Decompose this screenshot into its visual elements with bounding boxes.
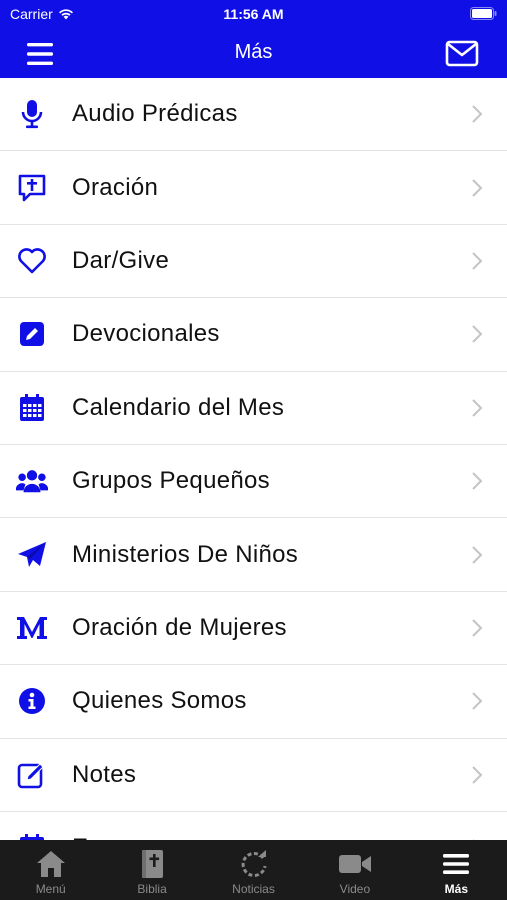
pencil-square-icon (16, 318, 48, 350)
mail-button[interactable] (445, 40, 479, 68)
tab-label: Video (339, 882, 371, 896)
video-camera-icon (338, 848, 372, 880)
menu-item-notes[interactable]: Notes (0, 739, 507, 812)
menu-item-label: Ministerios De Niños (72, 540, 299, 568)
tab-biblia[interactable]: Biblia (101, 840, 202, 900)
bible-icon (135, 848, 169, 880)
envelope-icon (445, 40, 479, 67)
tab-label: Noticias (232, 882, 275, 896)
menu-item-label: Oración (72, 173, 159, 201)
menu-item-devocionales[interactable]: Devocionales (0, 298, 507, 372)
heart-icon (16, 245, 48, 277)
menu-item-label: Dar/Give (72, 246, 170, 274)
menu-item-partial[interactable]: E (0, 812, 507, 840)
status-bar: Carrier 11:56 AM (0, 0, 507, 30)
chevron-right-icon (472, 545, 483, 564)
menu-item-calendario[interactable]: Calendario del Mes (0, 372, 507, 445)
tab-bar: Menú Biblia Noticias Video Más (0, 840, 507, 900)
calendar-icon (16, 392, 48, 424)
page-title: Más (234, 41, 273, 63)
menu-item-quienes-somos[interactable]: Quienes Somos (0, 665, 507, 739)
menu-item-ministerios-ninos[interactable]: Ministerios De Niños (0, 518, 507, 592)
menu-list: Audio Prédicas Oración Dar/Give Devocion… (0, 78, 507, 840)
chevron-right-icon (472, 765, 483, 784)
battery-icon (470, 7, 497, 20)
chevron-right-icon (472, 325, 483, 344)
menu-item-label: Audio Prédicas (72, 100, 238, 128)
menu-item-dar-give[interactable]: Dar/Give (0, 225, 507, 299)
paper-plane-icon (16, 539, 48, 571)
hamburger-icon (439, 848, 473, 880)
menu-item-audio-predicas[interactable]: Audio Prédicas (0, 78, 507, 152)
calendar-icon (16, 832, 48, 840)
chevron-right-icon (472, 178, 483, 197)
tab-label: Menú (35, 882, 66, 896)
tab-label: Más (444, 882, 468, 896)
navigation-bar: Más (0, 30, 507, 78)
chevron-right-icon (472, 472, 483, 490)
chevron-right-icon (472, 619, 483, 637)
chevron-right-icon (472, 252, 483, 270)
prayer-chat-icon (16, 172, 48, 204)
menu-item-label: Quienes Somos (72, 687, 247, 715)
home-icon (34, 848, 68, 880)
chevron-right-icon (472, 692, 483, 711)
chevron-right-icon (472, 399, 483, 417)
letter-m-icon (16, 612, 48, 644)
menu-item-label: Calendario del Mes (72, 393, 285, 421)
users-icon (16, 465, 48, 497)
tab-label: Biblia (137, 882, 167, 896)
menu-item-grupos-pequenos[interactable]: Grupos Pequeños (0, 445, 507, 519)
clock: 11:56 AM (223, 6, 284, 22)
menu-item-label: Grupos Pequeños (72, 467, 270, 495)
menu-item-label: Oración de Mujeres (72, 613, 287, 641)
menu-item-oracion-mujeres[interactable]: Oración de Mujeres (0, 592, 507, 666)
tab-menu[interactable]: Menú (0, 840, 101, 900)
info-icon (16, 685, 48, 717)
menu-item-oracion[interactable]: Oración (0, 151, 507, 225)
edit-icon (16, 759, 48, 791)
tab-video[interactable]: Video (304, 840, 405, 900)
tab-mas[interactable]: Más (406, 840, 507, 900)
menu-item-label: Devocionales (72, 320, 220, 348)
refresh-icon (237, 848, 271, 880)
tab-noticias[interactable]: Noticias (203, 840, 304, 900)
menu-item-label: Notes (72, 760, 137, 788)
chevron-right-icon (472, 105, 483, 123)
microphone-icon (16, 98, 48, 130)
